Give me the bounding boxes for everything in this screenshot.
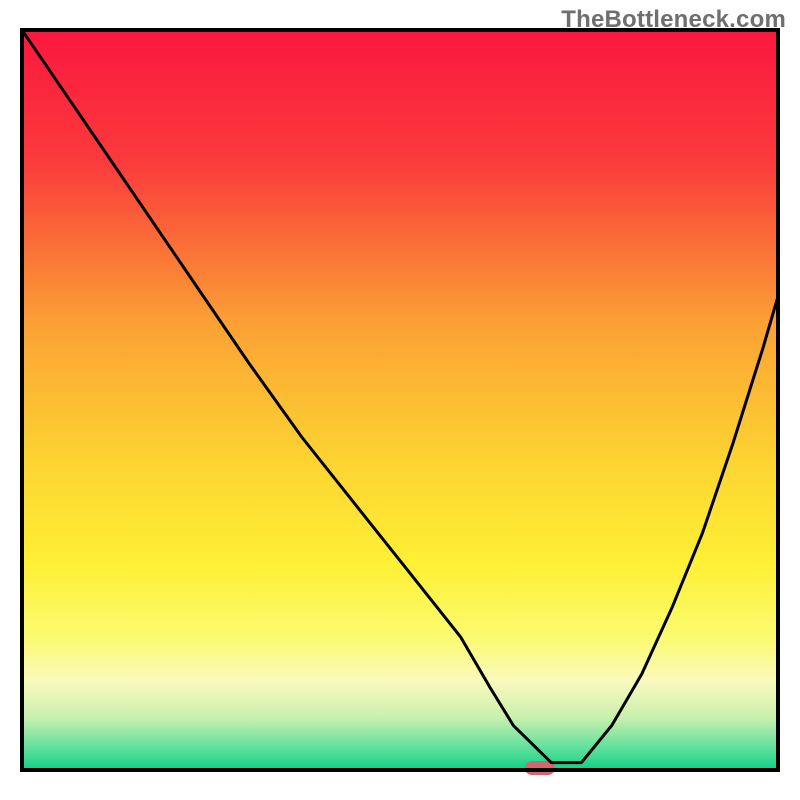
bottleneck-chart <box>0 0 800 800</box>
watermark-label: TheBottleneck.com <box>561 6 786 34</box>
chart-container: { "watermark": "TheBottleneck.com", "cha… <box>0 0 800 800</box>
gradient-background <box>22 30 778 770</box>
